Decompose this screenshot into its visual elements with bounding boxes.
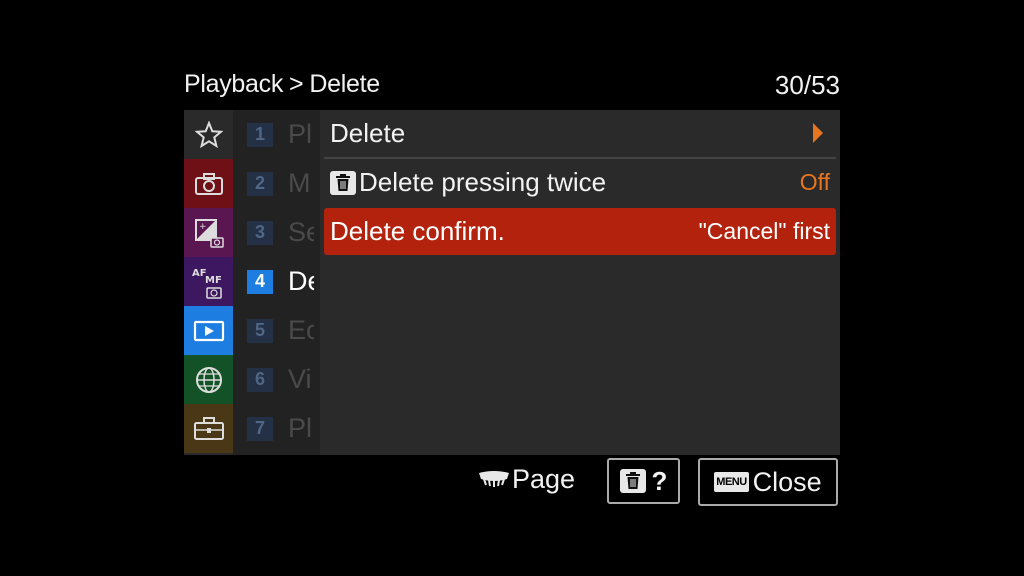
af-mf-icon: AF MF bbox=[192, 268, 222, 299]
breadcrumb: Playback > Delete bbox=[184, 70, 380, 99]
page-name: Vi bbox=[288, 364, 312, 394]
category-shooting[interactable] bbox=[184, 159, 233, 208]
page-row-7[interactable]: 7 Pl bbox=[233, 404, 320, 453]
page-row-2[interactable]: 2 M bbox=[233, 159, 320, 208]
menu-key-icon: MENU bbox=[714, 472, 749, 492]
page-hint[interactable]: Page bbox=[478, 464, 575, 495]
breadcrumb-current: Delete bbox=[309, 70, 380, 98]
menu-item-delete-confirm[interactable]: Delete confirm. "Cancel" first bbox=[324, 208, 836, 255]
menu-item-label: Delete bbox=[330, 118, 406, 148]
menu-items: Delete Delete pressing twice Off Delete … bbox=[320, 110, 840, 455]
page-row-6[interactable]: 6 Vi bbox=[233, 355, 320, 404]
help-button[interactable]: ? bbox=[607, 458, 680, 504]
page-number: 1 bbox=[247, 122, 273, 147]
page-number: 5 bbox=[247, 318, 273, 343]
setup-toolbox-icon bbox=[193, 416, 224, 440]
category-playback[interactable] bbox=[184, 306, 233, 355]
category-network[interactable] bbox=[184, 355, 233, 404]
help-label: ? bbox=[651, 465, 668, 496]
my-menu-star-icon bbox=[194, 120, 223, 148]
exposure-color-icon: + bbox=[194, 218, 224, 248]
menu-item-label: Delete pressing twice bbox=[359, 167, 607, 197]
page-hint-label: Page bbox=[512, 464, 576, 494]
page-name: Se bbox=[288, 217, 314, 247]
menu-item-label-wrap: Delete pressing twice bbox=[324, 167, 606, 198]
close-button[interactable]: MENU Close bbox=[698, 458, 838, 506]
submenu-arrow-icon bbox=[812, 122, 824, 149]
category-my-menu[interactable] bbox=[184, 110, 233, 159]
camera-menu-screen: Playback > Delete 30/53 + AF MF 1 Pl 2 M… bbox=[0, 0, 1024, 576]
trash-icon bbox=[330, 170, 356, 195]
playback-icon bbox=[193, 320, 224, 341]
page-number: 7 bbox=[247, 416, 273, 441]
breadcrumb-separator: > bbox=[289, 70, 304, 98]
svg-text:+: + bbox=[199, 222, 207, 232]
control-wheel-icon bbox=[479, 470, 509, 487]
menu-item-delete-pressing-twice[interactable]: Delete pressing twice Off bbox=[324, 159, 836, 206]
category-setup[interactable] bbox=[184, 404, 233, 453]
network-globe-icon bbox=[195, 366, 222, 393]
page-name: M bbox=[288, 168, 311, 198]
page-number: 2 bbox=[247, 171, 273, 196]
menu-item-label: Delete confirm. bbox=[330, 216, 505, 246]
page-number-active: 4 bbox=[247, 269, 273, 294]
breadcrumb-parent[interactable]: Playback bbox=[184, 70, 283, 99]
page-number: 3 bbox=[247, 220, 273, 245]
menu-item-delete[interactable]: Delete bbox=[324, 110, 836, 157]
page-name: Pl bbox=[288, 119, 313, 149]
close-label: Close bbox=[752, 466, 822, 497]
page-row-5[interactable]: 5 Ec bbox=[233, 306, 320, 355]
svg-text:MF: MF bbox=[205, 275, 222, 286]
page-name-active: De bbox=[288, 266, 314, 296]
menu-panel: + AF MF 1 Pl 2 M 3 Se 4 D 5 Ec 6 Vi 7 Pl… bbox=[184, 110, 840, 455]
menu-item-value: Off bbox=[799, 169, 830, 195]
menu-item-value: "Cancel" first bbox=[698, 218, 830, 244]
page-list: 1 Pl 2 M 3 Se 4 De 5 Ec 6 Vi bbox=[233, 110, 320, 455]
category-exposure[interactable]: + bbox=[184, 208, 233, 257]
category-af-mf[interactable]: AF MF bbox=[184, 257, 233, 306]
trash-icon bbox=[619, 469, 646, 493]
category-rail: + AF MF bbox=[184, 110, 233, 455]
shooting-camera-icon bbox=[194, 172, 223, 195]
footer-bar: Page ? MENU Close bbox=[0, 458, 1024, 508]
page-row-4[interactable]: 4 De bbox=[233, 257, 320, 306]
page-number: 6 bbox=[247, 367, 273, 392]
page-counter: 30/53 bbox=[774, 70, 840, 100]
page-name: Pl bbox=[288, 413, 313, 443]
page-row-1[interactable]: 1 Pl bbox=[233, 110, 320, 159]
page-name: Ec bbox=[288, 315, 314, 345]
page-row-3[interactable]: 3 Se bbox=[233, 208, 320, 257]
